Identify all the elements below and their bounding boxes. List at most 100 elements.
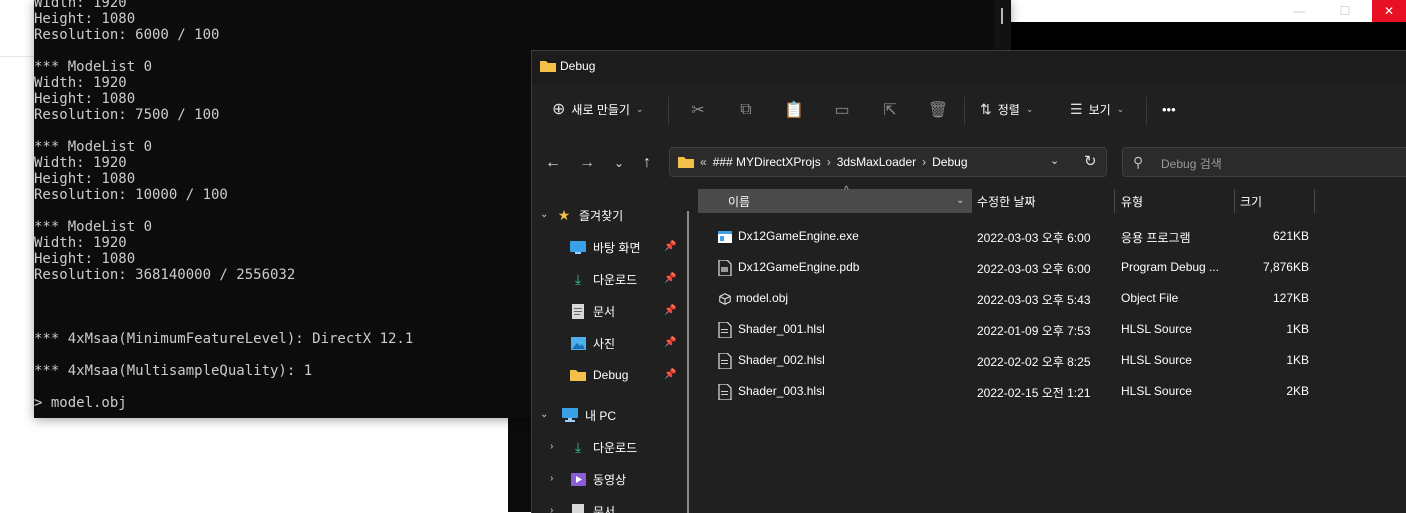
file-size: 7,876KB <box>1263 260 1309 274</box>
pdb-file-icon <box>718 260 732 276</box>
chevron-down-icon: ⌄ <box>1026 104 1034 115</box>
chevron-down-icon[interactable]: ⌄ <box>540 209 548 220</box>
sidebar-pc-videos[interactable]: › 동영상 <box>550 466 626 492</box>
background-dark-strip <box>1010 22 1406 50</box>
sidebar-label: 문서 <box>593 503 615 513</box>
delete-icon[interactable]: 🗑 <box>928 100 948 120</box>
recent-locations-chevron-icon[interactable]: ⌄ <box>608 153 630 173</box>
background-shadow <box>508 418 532 512</box>
sidebar-pc-documents[interactable]: › 문서 <box>550 498 615 513</box>
pin-icon[interactable]: 📌 <box>664 337 676 348</box>
sidebar-item-debug[interactable]: Debug <box>570 362 628 388</box>
column-header-type[interactable]: 유형 <box>1121 189 1143 213</box>
column-divider[interactable] <box>971 189 972 213</box>
breadcrumb-item[interactable]: ### MYDirectXProjs <box>713 155 821 169</box>
sidebar-item-documents[interactable]: 문서 <box>570 298 615 324</box>
star-icon: ★ <box>556 207 572 223</box>
sidebar-item-desktop[interactable]: 바탕 화면 <box>570 234 641 260</box>
sidebar-pc-downloads[interactable]: › ⤓ 다운로드 <box>550 434 637 460</box>
search-icon: ⚲ <box>1133 154 1143 171</box>
pin-icon[interactable]: 📌 <box>664 305 676 316</box>
paste-icon[interactable]: 📋 <box>784 100 804 120</box>
chevron-right-icon[interactable]: › <box>827 155 831 169</box>
breadcrumb: « ### MYDirectXProjs › 3dsMaxLoader › De… <box>700 155 968 169</box>
table-row[interactable]: Shader_001.hlsl 2022-01-09 오후 7:53 HLSL … <box>698 314 1406 345</box>
pin-icon[interactable]: 📌 <box>664 369 676 380</box>
column-dropdown-icon[interactable]: ⌄ <box>956 195 964 206</box>
sidebar-label: 즐겨찾기 <box>579 207 623 224</box>
chevron-right-icon[interactable]: › <box>550 441 553 452</box>
sidebar-label: 다운로드 <box>593 271 637 288</box>
column-divider[interactable] <box>1234 189 1235 213</box>
sidebar-this-pc[interactable]: ⌄ 내 PC <box>540 402 616 428</box>
file-size: 621KB <box>1273 229 1309 243</box>
sort-ascending-icon: ^ <box>844 185 849 196</box>
column-header-name[interactable]: 이름 ^ ⌄ <box>698 189 971 213</box>
table-row[interactable]: Dx12GameEngine.pdb 2022-03-03 오후 6:00 Pr… <box>698 252 1406 283</box>
chevron-down-icon: ⌄ <box>1117 104 1125 115</box>
sidebar-item-downloads[interactable]: ⤓ 다운로드 <box>570 266 637 292</box>
sidebar-quick-access[interactable]: ⌄ ★ 즐겨찾기 <box>540 202 623 228</box>
view-button[interactable]: ☰ 보기 ⌄ <box>1070 93 1124 125</box>
file-name: Dx12GameEngine.pdb <box>738 260 859 274</box>
search-placeholder: Debug 검색 <box>1161 155 1222 172</box>
file-type: Object File <box>1121 291 1178 305</box>
chevron-right-icon[interactable]: › <box>922 155 926 169</box>
cut-icon[interactable]: ✂ <box>688 100 708 120</box>
file-name: model.obj <box>736 291 788 305</box>
column-label: 유형 <box>1121 193 1143 210</box>
file-date: 2022-02-02 오후 8:25 <box>977 353 1091 370</box>
sidebar-scrollbar[interactable] <box>687 211 689 513</box>
toolbar-divider <box>1146 97 1147 125</box>
refresh-icon[interactable]: ↻ <box>1084 152 1097 170</box>
sidebar-item-pictures[interactable]: 사진 <box>570 330 615 356</box>
column-header-size[interactable]: 크기 <box>1240 189 1262 213</box>
new-button[interactable]: ⊕ 새로 만들기 ⌄ <box>552 93 644 125</box>
breadcrumb-item[interactable]: 3dsMaxLoader <box>837 155 916 169</box>
column-divider[interactable] <box>1114 189 1115 213</box>
back-arrow-icon[interactable]: ← <box>542 153 564 173</box>
file-size: 2KB <box>1286 384 1309 398</box>
share-icon[interactable]: ⇱ <box>880 100 900 120</box>
new-label: 새로 만들기 <box>571 101 630 118</box>
column-header-date[interactable]: 수정한 날짜 <box>977 189 1036 213</box>
column-divider[interactable] <box>1314 189 1315 213</box>
file-type: HLSL Source <box>1121 322 1192 336</box>
copy-icon[interactable]: ⧉ <box>736 100 756 120</box>
breadcrumb-item[interactable]: Debug <box>932 155 967 169</box>
chevron-right-icon[interactable]: › <box>550 473 553 484</box>
plus-circle-icon: ⊕ <box>552 99 565 119</box>
bg-maximize-icon[interactable]: ☐ <box>1322 0 1368 22</box>
document-icon <box>570 303 586 319</box>
up-arrow-icon[interactable]: ↑ <box>636 153 658 173</box>
more-options-button[interactable]: ••• <box>1162 93 1176 125</box>
address-bar[interactable]: « ### MYDirectXProjs › 3dsMaxLoader › De… <box>669 147 1107 177</box>
toolbar-divider <box>668 97 669 125</box>
table-row[interactable]: Shader_003.hlsl 2022-02-15 오전 1:21 HLSL … <box>698 376 1406 407</box>
search-box[interactable]: ⚲ Debug 검색 <box>1122 147 1406 177</box>
picture-icon <box>570 335 586 351</box>
address-dropdown-icon[interactable]: ⌄ <box>1050 154 1059 167</box>
view-list-icon: ☰ <box>1070 101 1083 118</box>
folder-icon <box>678 156 694 168</box>
pin-icon[interactable]: 📌 <box>664 273 676 284</box>
pin-icon[interactable]: 📌 <box>664 241 676 252</box>
sort-button[interactable]: ⇅ 정렬 ⌄ <box>980 93 1033 125</box>
chevron-down-icon[interactable]: ⌄ <box>540 409 548 420</box>
forward-arrow-icon[interactable]: → <box>576 153 598 173</box>
table-row[interactable]: model.obj 2022-03-03 오후 5:43 Object File… <box>698 283 1406 314</box>
more-icon: ••• <box>1162 102 1176 117</box>
title-bar[interactable]: Debug <box>532 51 1406 83</box>
bg-minimize-icon[interactable]: — <box>1276 0 1322 22</box>
table-row[interactable]: Shader_002.hlsl 2022-02-02 오후 8:25 HLSL … <box>698 345 1406 376</box>
file-name: Shader_002.hlsl <box>738 353 825 367</box>
file-type: HLSL Source <box>1121 384 1192 398</box>
console-scroll-thumb[interactable] <box>1001 8 1003 24</box>
rename-icon[interactable]: ▭ <box>832 100 852 120</box>
table-row[interactable]: Dx12GameEngine.exe 2022-03-03 오후 6:00 응용… <box>698 221 1406 252</box>
breadcrumb-overflow[interactable]: « <box>700 155 707 169</box>
file-type: Program Debug ... <box>1121 260 1219 274</box>
file-name: Dx12GameEngine.exe <box>738 229 859 243</box>
bg-close-icon[interactable]: ✕ <box>1372 0 1406 22</box>
file-type: 응용 프로그램 <box>1121 229 1191 246</box>
